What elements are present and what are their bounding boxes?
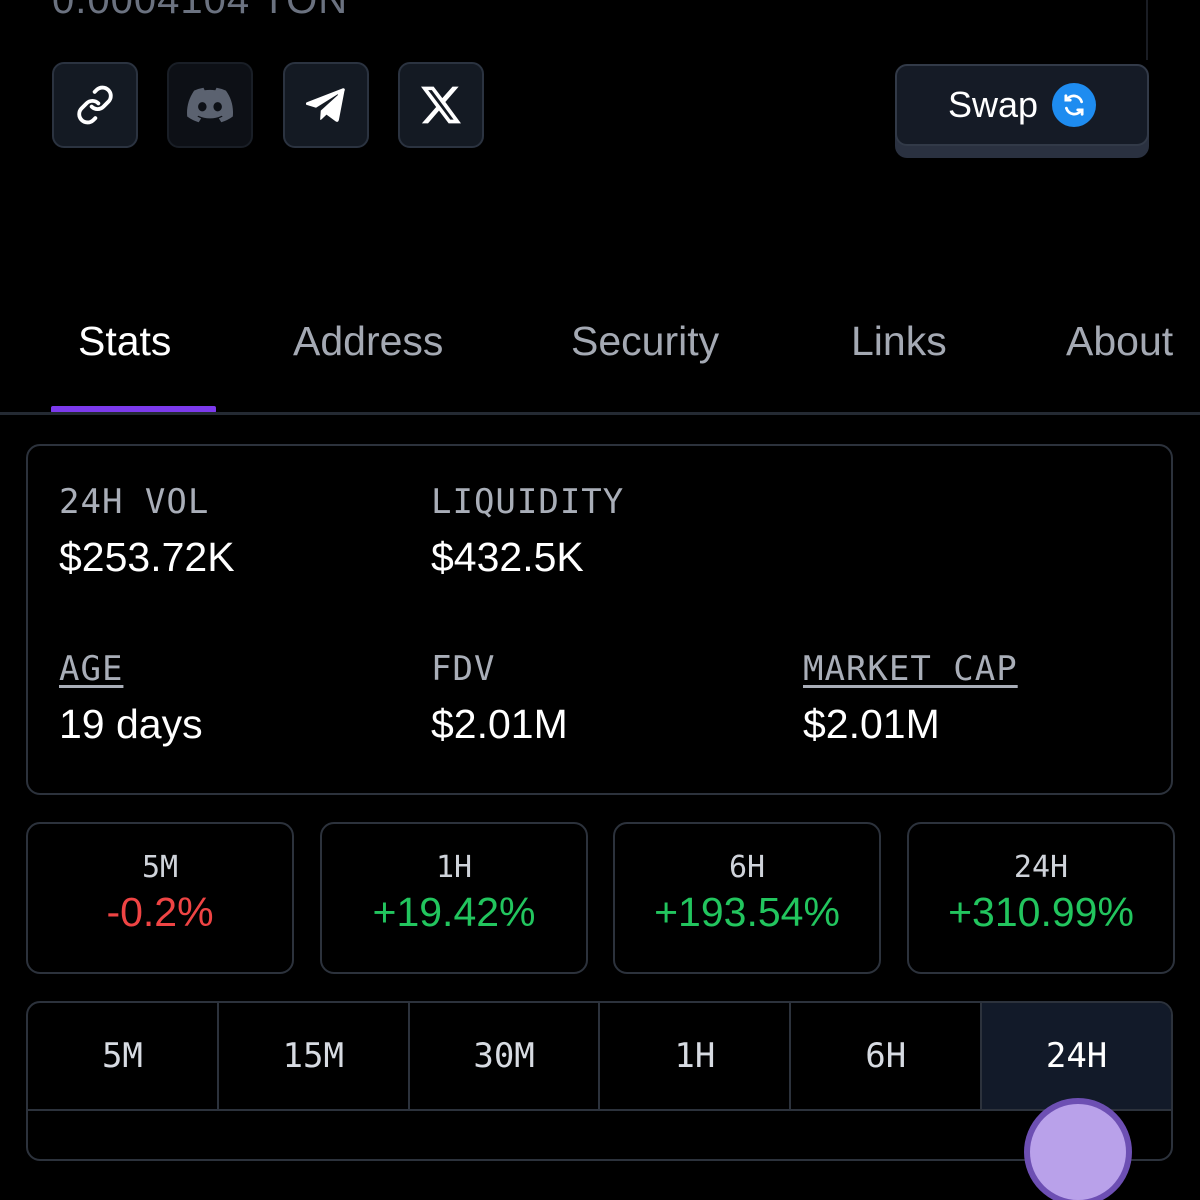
- telegram-button[interactable]: [283, 62, 369, 148]
- divider: [1146, 0, 1148, 60]
- timeframe-6h[interactable]: 6H: [791, 1003, 983, 1109]
- stats-card: 24H VOL $253.72K LIQUIDITY $432.5K AGE 1…: [26, 444, 1173, 795]
- price-change-24h[interactable]: 24H +310.99%: [907, 822, 1175, 974]
- x-button[interactable]: [398, 62, 484, 148]
- x-icon: [421, 86, 461, 124]
- timeframe-15m[interactable]: 15M: [219, 1003, 410, 1109]
- floating-action-button[interactable]: [1030, 1104, 1126, 1200]
- stat-label: LIQUIDITY: [431, 482, 625, 522]
- stat-market-cap: MARKET CAP $2.01M: [803, 649, 1018, 748]
- swap-label: Swap: [947, 84, 1039, 125]
- timeframe-selector: 5M 15M 30M 1H 6H 24H: [26, 1001, 1173, 1161]
- stat-value: $253.72K: [59, 534, 235, 580]
- stat-label-link[interactable]: MARKET CAP: [803, 649, 1018, 689]
- discord-button[interactable]: [167, 62, 253, 148]
- stat-fdv: FDV $2.01M: [431, 649, 568, 748]
- tab-bar-divider: [0, 412, 1200, 415]
- tab-address[interactable]: Address: [293, 318, 443, 365]
- price-change-5m[interactable]: 5M -0.2%: [26, 822, 294, 974]
- timeframe-30m[interactable]: 30M: [410, 1003, 601, 1109]
- stat-value: $2.01M: [803, 701, 940, 747]
- change-value: +19.42%: [372, 889, 536, 935]
- stat-value: $432.5K: [431, 534, 584, 580]
- timeframe-5m[interactable]: 5M: [28, 1003, 219, 1109]
- stat-label: FDV: [431, 649, 496, 689]
- ton-icon: [1052, 83, 1097, 127]
- link-icon: [77, 85, 113, 125]
- tab-about[interactable]: About: [1066, 318, 1173, 365]
- change-period: 1H: [435, 850, 473, 885]
- token-price: 0.0004104 TON: [52, 0, 349, 22]
- price-change-1h[interactable]: 1H +19.42%: [320, 822, 588, 974]
- tab-links[interactable]: Links: [851, 318, 947, 365]
- price-change-6h[interactable]: 6H +193.54%: [613, 822, 881, 974]
- timeframe-24h[interactable]: 24H: [982, 1003, 1171, 1109]
- tab-stats[interactable]: Stats: [78, 318, 171, 365]
- stat-label-link[interactable]: AGE: [59, 649, 203, 689]
- change-period: 6H: [728, 850, 766, 885]
- swap-button[interactable]: Swap: [895, 64, 1149, 146]
- stat-value: 19 days: [59, 701, 203, 747]
- timeframe-1h[interactable]: 1H: [600, 1003, 792, 1109]
- tab-bar: Stats Address Security Links About: [0, 300, 1200, 415]
- change-value: -0.2%: [106, 889, 214, 935]
- timeframe-row: 5M 15M 30M 1H 6H 24H: [28, 1003, 1171, 1111]
- stat-label: 24H VOL: [59, 482, 210, 522]
- stat-24h-vol: 24H VOL $253.72K: [59, 482, 235, 581]
- stat-value: $2.01M: [431, 701, 568, 747]
- change-value: +193.54%: [654, 889, 840, 935]
- change-period: 5M: [141, 850, 179, 885]
- discord-icon: [187, 87, 233, 123]
- telegram-icon: [306, 88, 345, 122]
- tab-security[interactable]: Security: [571, 318, 719, 365]
- change-value: +310.99%: [948, 889, 1134, 935]
- website-link-button[interactable]: [52, 62, 138, 148]
- change-period: 24H: [1013, 850, 1069, 885]
- stat-liquidity: LIQUIDITY $432.5K: [431, 482, 624, 581]
- stat-age: AGE 19 days: [59, 649, 203, 748]
